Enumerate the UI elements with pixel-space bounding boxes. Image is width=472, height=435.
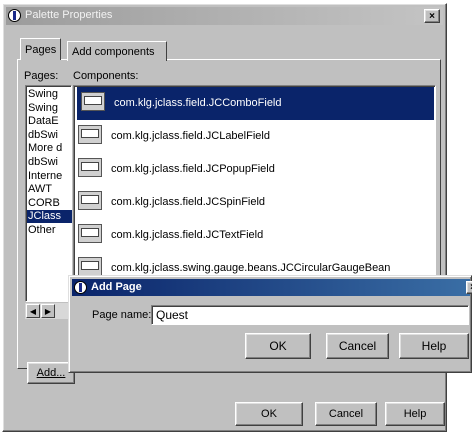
tab-pages[interactable]: Pages <box>20 38 62 60</box>
page-list-item[interactable]: Swing <box>28 102 71 115</box>
close-button[interactable]: × <box>424 9 440 23</box>
tab-add-components[interactable]: Add components <box>67 41 167 61</box>
pages-label: Pages: <box>24 70 59 82</box>
popup-field-icon <box>78 158 102 177</box>
component-label: com.klg.jclass.field.JCComboField <box>114 97 282 109</box>
component-list-item[interactable]: com.klg.jclass.field.JCSpinField <box>74 186 435 219</box>
page-list-item[interactable]: Interne <box>28 170 71 183</box>
pages-horizontal-scrollbar[interactable]: ◀ ▶ <box>25 303 72 319</box>
page-list-item[interactable]: CORB <box>28 197 71 210</box>
dialog-close-button[interactable]: × <box>466 281 472 294</box>
page-list-item[interactable]: Swing <box>28 88 71 101</box>
component-list-item[interactable]: com.klg.jclass.field.JCLabelField <box>74 120 435 153</box>
page-list-item[interactable]: More d <box>28 142 71 155</box>
component-list-item[interactable]: com.klg.jclass.field.JCComboField <box>77 87 434 120</box>
page-list-item[interactable]: Other <box>28 224 71 237</box>
app-icon <box>74 281 87 294</box>
components-list[interactable]: com.klg.jclass.field.JCComboField com.klg… <box>73 85 436 285</box>
add-page-button-label: Add... <box>36 367 66 379</box>
component-list-item[interactable]: com.klg.jclass.field.JCTextField <box>74 219 435 252</box>
component-label: com.klg.jclass.field.JCLabelField <box>111 130 270 142</box>
page-list-item[interactable]: dbSwi <box>28 129 71 142</box>
app-icon <box>8 9 21 22</box>
dialog-title: Add Page <box>91 281 142 293</box>
page-name-input[interactable] <box>151 305 469 325</box>
dialog-title-bar[interactable]: Add Page × <box>72 279 472 296</box>
main-title-bar[interactable]: Palette Properties × <box>6 7 443 25</box>
spin-field-icon <box>78 191 102 210</box>
ok-button[interactable]: OK <box>235 402 303 426</box>
window-title: Palette Properties <box>25 9 113 21</box>
text-field-icon <box>78 224 102 243</box>
component-label: com.klg.jclass.field.JCTextField <box>111 229 264 241</box>
page-list-item[interactable]: AWT <box>28 183 71 196</box>
help-button[interactable]: Help <box>385 402 445 426</box>
combo-field-icon <box>81 92 105 111</box>
pages-list[interactable]: Swing Swing DataE dbSwi More d dbSwi Interne AW… <box>25 85 72 302</box>
page-list-item[interactable]: dbSwi <box>28 156 71 169</box>
page-list-item[interactable]: JClass <box>27 210 72 224</box>
components-label: Components: <box>73 70 139 82</box>
dialog-ok-button[interactable]: OK <box>245 333 311 359</box>
page-list-item[interactable]: DataE <box>28 115 71 128</box>
page-name-label: Page name: <box>92 309 152 321</box>
dialog-help-button[interactable]: Help <box>399 333 469 359</box>
scroll-right-button[interactable]: ▶ <box>41 304 55 318</box>
circular-gauge-icon <box>78 257 102 276</box>
component-label: com.klg.jclass.swing.gauge.beans.JCCircu… <box>111 262 391 274</box>
cancel-button[interactable]: Cancel <box>315 402 377 426</box>
add-page-dialog: Add Page × Page name: OK Cancel Help <box>68 275 472 373</box>
dialog-cancel-button[interactable]: Cancel <box>326 333 389 359</box>
label-field-icon <box>78 125 102 144</box>
scroll-left-button[interactable]: ◀ <box>26 304 40 318</box>
component-label: com.klg.jclass.field.JCSpinField <box>111 196 266 208</box>
component-label: com.klg.jclass.field.JCPopupField <box>111 163 275 175</box>
component-list-item[interactable]: com.klg.jclass.field.JCPopupField <box>74 153 435 186</box>
